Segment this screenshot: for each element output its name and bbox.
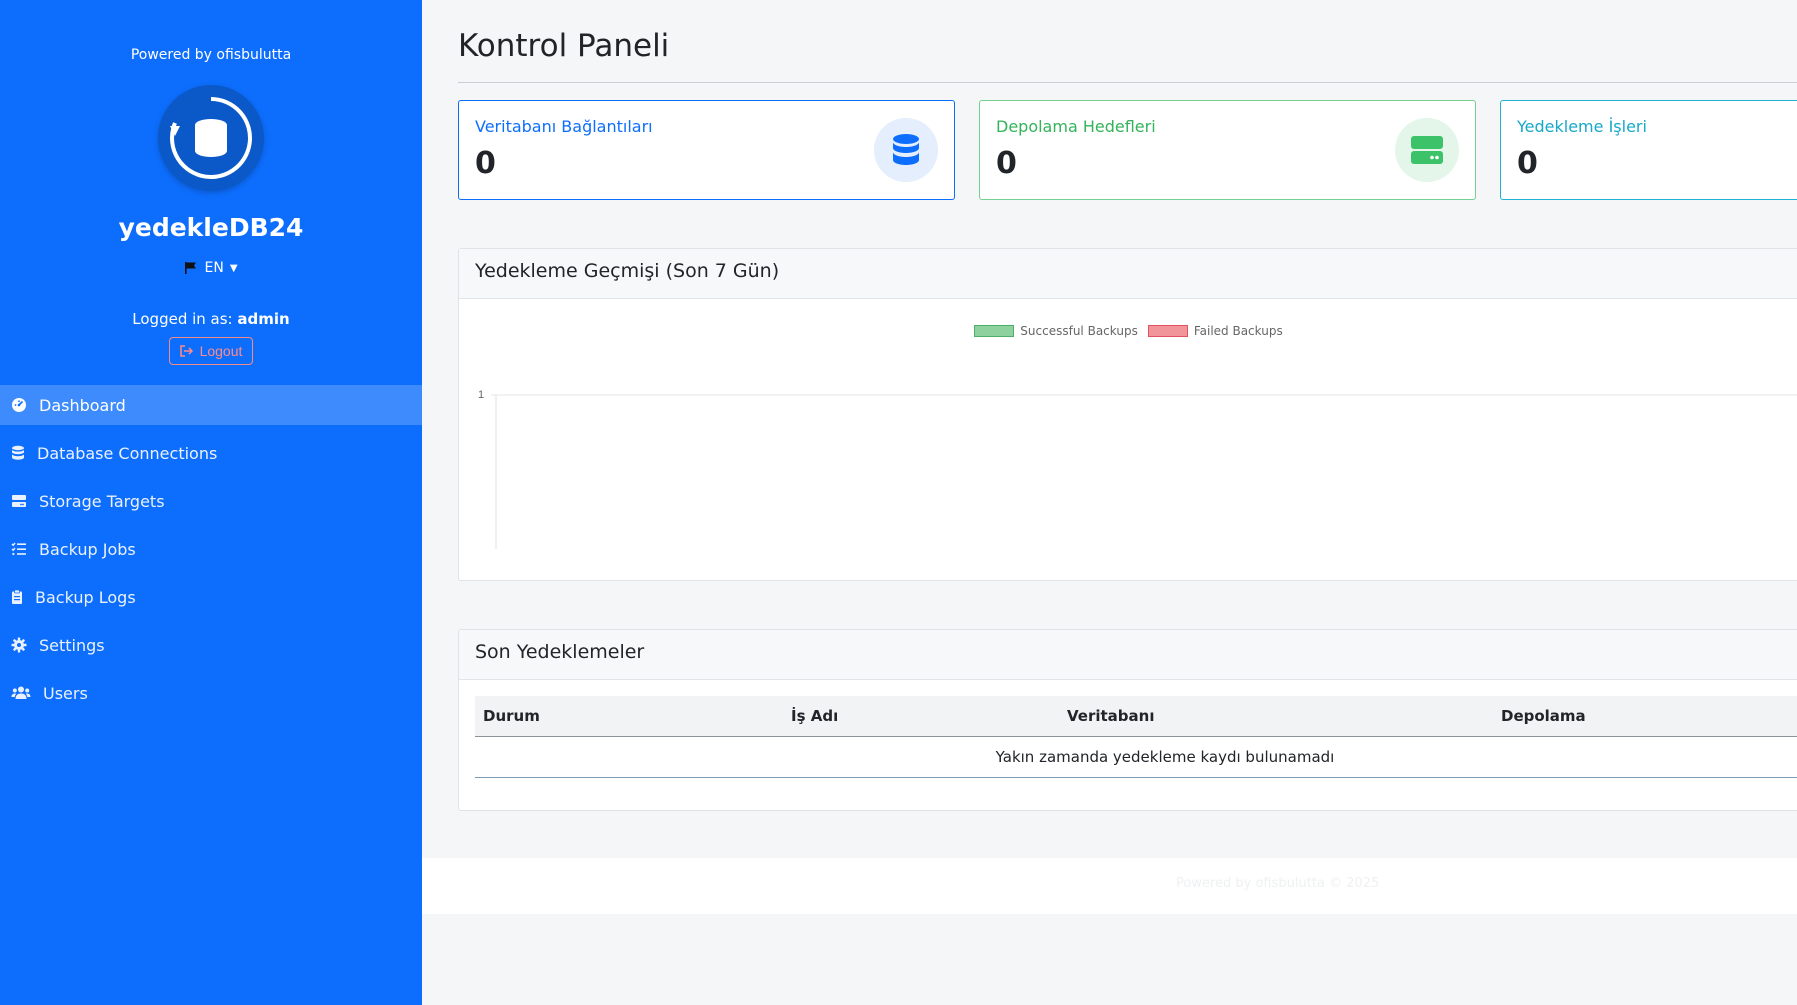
sidebar: Powered by ofisbulutta yedekleDB24 EN ▼ … (0, 0, 422, 1005)
page-title: Kontrol Paneli (458, 28, 670, 64)
stat-value: 0 (996, 146, 1017, 181)
sidebar-item-backup-jobs[interactable]: Backup Jobs (0, 529, 422, 569)
stat-label: Veritabanı Bağlantıları (475, 117, 653, 136)
legend-swatch-successful (974, 325, 1015, 337)
sidebar-item-storage-targets[interactable]: Storage Targets (0, 481, 422, 521)
sidebar-item-dashboard[interactable]: Dashboard (0, 385, 422, 425)
column-header-status: Durum (475, 696, 783, 737)
stat-card-storage-targets: Depolama Hedefleri 0 (979, 100, 1476, 200)
gear-icon (11, 637, 27, 653)
sidebar-item-settings[interactable]: Settings (0, 625, 422, 665)
sidebar-item-label: Users (43, 683, 88, 703)
title-divider (458, 82, 1797, 83)
legend-label: Successful Backups (1020, 324, 1138, 338)
sidebar-item-label: Storage Targets (39, 491, 165, 511)
powered-by-text: Powered by ofisbulutta (130, 47, 292, 63)
list-check-icon (11, 542, 26, 556)
sidebar-item-users[interactable]: Users (0, 673, 422, 713)
logout-label: Logout (199, 343, 243, 359)
language-label: EN (204, 260, 224, 276)
stat-label: Yedekleme İşleri (1517, 117, 1647, 136)
chart-legend: Successful Backups Failed Backups (459, 324, 1797, 338)
stat-value: 0 (475, 146, 496, 181)
footer: Powered by ofisbulutta © 2025 (422, 858, 1797, 914)
stat-label: Depolama Hedefleri (996, 117, 1156, 136)
legend-swatch-failed (1147, 325, 1188, 337)
sidebar-item-backup-logs[interactable]: Backup Logs (0, 577, 422, 617)
footer-text: Powered by ofisbulutta © 2025 (1176, 876, 1380, 891)
caret-down-icon: ▼ (229, 262, 238, 274)
stat-icon-circle (1395, 118, 1459, 182)
hdd-icon (1411, 136, 1443, 164)
logout-button[interactable]: Logout (168, 337, 254, 365)
sidebar-item-label: Dashboard (39, 395, 126, 415)
sidebar-item-label: Database Connections (37, 443, 218, 463)
stat-card-database-connections: Veritabanı Bağlantıları 0 (458, 100, 955, 200)
flag-icon (185, 262, 197, 274)
logged-in-info: Logged in as: admin (0, 310, 422, 328)
username: admin (237, 310, 290, 328)
y-tick-label: 1 (478, 389, 484, 401)
backup-history-card: Yedekleme Geçmişi (Son 7 Gün) Successful… (458, 248, 1797, 581)
backup-history-chart: 1 0 (478, 389, 1797, 549)
sign-out-icon (179, 345, 193, 357)
legend-label: Failed Backups (1193, 324, 1283, 338)
main-content: Kontrol Paneli Veritabanı Bağlantıları 0… (422, 0, 1797, 1005)
stat-icon-circle (874, 118, 938, 182)
database-refresh-icon (170, 97, 252, 179)
table-header-row: Durum İş Adı Veritabanı Depolama (475, 696, 1797, 737)
clipboard-icon (12, 589, 22, 604)
database-icon (12, 445, 24, 460)
stat-card-backup-jobs: Yedekleme İşleri 0 (1500, 100, 1797, 200)
database-icon (893, 134, 919, 165)
sidebar-item-label: Backup Logs (35, 587, 136, 607)
card-title: Yedekleme Geçmişi (Son 7 Gün) (459, 249, 1797, 299)
card-title: Son Yedeklemeler (459, 630, 1797, 680)
sidebar-item-label: Backup Jobs (39, 539, 136, 559)
table-row: Yakın zamanda yedekleme kaydı bulunamadı (475, 736, 1797, 778)
recent-backups-table: Durum İş Adı Veritabanı Depolama Yakın z… (475, 696, 1797, 778)
app-logo (158, 85, 264, 191)
column-header-job-name: İş Adı (783, 696, 1059, 737)
empty-table-message: Yakın zamanda yedekleme kaydı bulunamadı (475, 736, 1797, 778)
sidebar-item-label: Settings (39, 635, 105, 655)
logged-in-prefix: Logged in as: (132, 310, 233, 328)
users-icon (11, 686, 31, 699)
app-name: yedekleDB24 (118, 213, 304, 242)
legend-item-successful[interactable]: Successful Backups (974, 324, 1138, 338)
dashboard-icon (12, 398, 26, 412)
recent-backups-card: Son Yedeklemeler Durum İş Adı Veritabanı… (458, 629, 1797, 811)
language-selector[interactable]: EN ▼ (0, 260, 422, 276)
sidebar-item-database-connections[interactable]: Database Connections (0, 433, 422, 473)
stat-value: 0 (1517, 146, 1538, 181)
sidebar-nav: Dashboard Database Connections Storage T… (0, 385, 422, 713)
hdd-icon (12, 495, 26, 507)
column-header-database: Veritabanı (1059, 696, 1493, 737)
empty-message-text: Yakın zamanda yedekleme kaydı bulunamadı (995, 747, 1335, 766)
legend-item-failed[interactable]: Failed Backups (1147, 324, 1283, 338)
column-header-storage: Depolama (1493, 696, 1797, 737)
